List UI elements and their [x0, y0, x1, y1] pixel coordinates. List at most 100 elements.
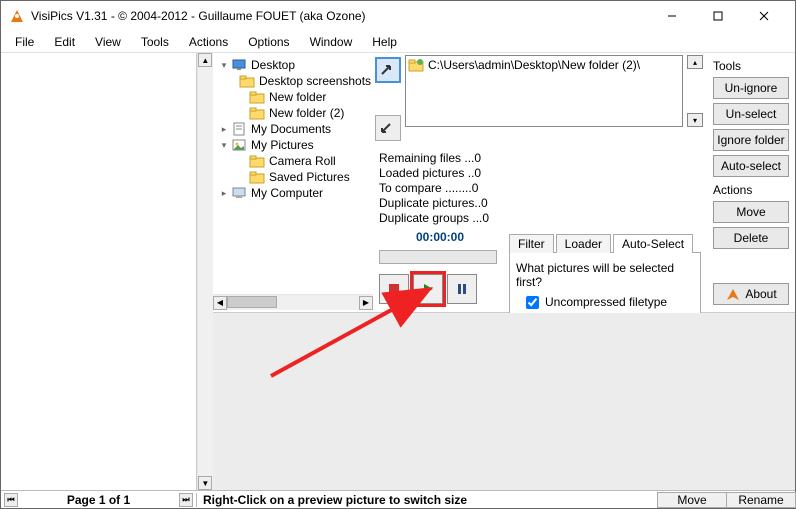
stat-dup-pics: Duplicate pictures..0 [379, 196, 505, 211]
stat-dup-groups: Duplicate groups ...0 [379, 211, 505, 226]
label-tools: Tools [713, 59, 789, 73]
side-tools: Tools Un-ignore Un-select Ignore folder … [707, 53, 795, 312]
tree-item-label: Camera Roll [267, 154, 338, 168]
unselect-button[interactable]: Un-select [713, 103, 789, 125]
stat-loaded: Loaded pictures ..0 [379, 166, 505, 181]
folder-icon [408, 58, 424, 72]
scroll-thumb[interactable] [227, 296, 277, 308]
tree-item-label: My Documents [249, 122, 333, 136]
progress-bar [379, 250, 497, 264]
autoselect-button[interactable]: Auto-select [713, 155, 789, 177]
add-folder-button[interactable] [375, 57, 401, 83]
tree-item-label: Desktop screenshots [257, 74, 373, 88]
tree-item[interactable]: Saved Pictures [217, 169, 373, 185]
statusbar: ⏮ Page 1 of 1 ⏭ Right-Click on a preview… [1, 490, 795, 508]
tree-toggle-icon[interactable]: ▾ [219, 140, 229, 151]
tree-item-label: New folder (2) [267, 106, 346, 120]
ignore-folder-button[interactable]: Ignore folder [713, 129, 789, 151]
delete-button[interactable]: Delete [713, 227, 789, 249]
check-uncompressed[interactable]: Uncompressed filetype [526, 295, 694, 309]
preview-area [1, 53, 196, 490]
minimize-button[interactable] [649, 2, 695, 30]
scroll-up-icon[interactable]: ▲ [198, 53, 212, 67]
menu-options[interactable]: Options [238, 33, 299, 51]
tree-item[interactable]: New folder (2) [217, 105, 373, 121]
stat-compare: To compare ........0 [379, 181, 505, 196]
scroll-left-icon[interactable]: ◀ [213, 296, 227, 310]
tree-item-label: New folder [267, 90, 328, 104]
app-icon [9, 8, 25, 24]
selected-paths-list[interactable]: C:\Users\admin\Desktop\New folder (2)\ [405, 55, 683, 127]
tree-toggle-icon[interactable]: ▸ [219, 124, 229, 135]
center-panel: C:\Users\admin\Desktop\New folder (2)\ ▴… [373, 53, 707, 312]
menu-tools[interactable]: Tools [131, 33, 179, 51]
menu-file[interactable]: File [5, 33, 44, 51]
menu-edit[interactable]: Edit [44, 33, 85, 51]
play-button[interactable] [413, 274, 443, 304]
move-button[interactable]: Move [713, 201, 789, 223]
page-indicator: Page 1 of 1 [67, 493, 130, 507]
close-button[interactable] [741, 2, 787, 30]
stop-icon [387, 282, 401, 296]
tree-item[interactable]: ▾ My Pictures [217, 137, 373, 153]
pics-icon [231, 138, 247, 152]
tree-item[interactable]: New folder [217, 89, 373, 105]
menu-window[interactable]: Window [300, 33, 363, 51]
remove-folder-button[interactable] [375, 115, 401, 141]
tabs: Filter Loader Auto-Select [509, 233, 701, 253]
autoselect-question: What pictures will be selected first? [516, 261, 694, 289]
stop-button[interactable] [379, 274, 409, 304]
pager: ⏮ Page 1 of 1 ⏭ [1, 493, 197, 507]
tree-item-label: Saved Pictures [267, 170, 352, 184]
checkbox-uncompressed[interactable] [526, 296, 539, 309]
label-actions: Actions [713, 183, 789, 197]
tree-toggle-icon[interactable]: ▸ [219, 188, 229, 199]
about-button[interactable]: About [713, 283, 789, 305]
tree-toggle-icon[interactable]: ▾ [219, 60, 229, 71]
folder-icon [249, 154, 265, 168]
scroll-right-icon[interactable]: ▶ [359, 296, 373, 310]
folder-tree[interactable]: ▾ Desktop Desktop screenshots New folder New… [213, 55, 373, 294]
fox-icon [725, 286, 741, 302]
folder-icon [239, 74, 255, 88]
docs-icon [231, 122, 247, 136]
tree-horizontal-scrollbar[interactable]: ◀ ▶ [213, 294, 373, 310]
unignore-button[interactable]: Un-ignore [713, 77, 789, 99]
status-hint: Right-Click on a preview picture to swit… [197, 493, 657, 507]
preview-scrollbar[interactable]: ▲ ▼ [197, 53, 213, 490]
tree-item[interactable]: ▸ My Computer [217, 185, 373, 201]
menu-help[interactable]: Help [362, 33, 407, 51]
status-rename-button[interactable]: Rename [726, 492, 796, 508]
play-icon [421, 282, 435, 296]
folder-icon [249, 106, 265, 120]
tree-item-label: Desktop [249, 58, 297, 72]
folder-icon [249, 90, 265, 104]
tree-item[interactable]: ▾ Desktop [217, 57, 373, 73]
menubar: File Edit View Tools Actions Options Win… [1, 31, 795, 53]
pause-button[interactable] [447, 274, 477, 304]
tree-item-label: My Computer [249, 186, 325, 200]
scroll-down-icon[interactable]: ▼ [198, 476, 212, 490]
elapsed-timer: 00:00:00 [375, 230, 505, 244]
path-up-button[interactable]: ▴ [687, 55, 703, 69]
menu-view[interactable]: View [85, 33, 131, 51]
tree-item-label: My Pictures [249, 138, 316, 152]
tab-filter[interactable]: Filter [509, 234, 554, 253]
menu-actions[interactable]: Actions [179, 33, 238, 51]
path-down-button[interactable]: ▾ [687, 113, 703, 127]
window-title: VisiPics V1.31 - © 2004-2012 - Guillaume… [31, 9, 649, 23]
results-area [213, 313, 795, 490]
tree-item[interactable]: ▸ My Documents [217, 121, 373, 137]
folder-tree-panel: ▾ Desktop Desktop screenshots New folder New… [213, 53, 373, 312]
arrow-remove-icon [380, 120, 396, 136]
stat-remaining: Remaining files ...0 [379, 151, 505, 166]
maximize-button[interactable] [695, 2, 741, 30]
tree-item[interactable]: Desktop screenshots [217, 73, 373, 89]
page-first-button[interactable]: ⏮ [4, 493, 18, 507]
tab-auto-select[interactable]: Auto-Select [613, 234, 693, 253]
status-move-button[interactable]: Move [657, 492, 727, 508]
tab-loader[interactable]: Loader [556, 234, 611, 253]
page-last-button[interactable]: ⏭ [179, 493, 193, 507]
tree-item[interactable]: Camera Roll [217, 153, 373, 169]
desktop-icon [231, 58, 247, 72]
